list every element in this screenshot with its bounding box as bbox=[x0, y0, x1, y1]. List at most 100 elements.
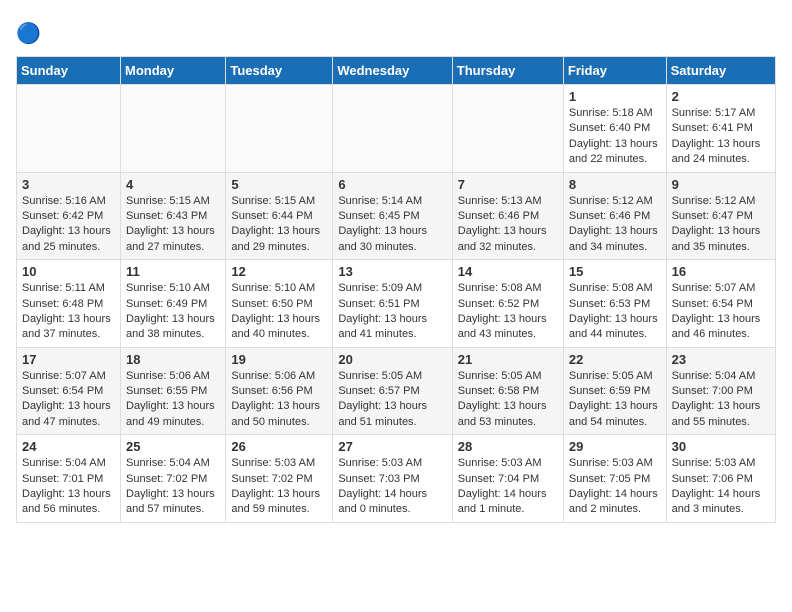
calendar-cell: 9 Sunrise: 5:12 AMSunset: 6:47 PMDaylight… bbox=[666, 172, 775, 260]
calendar-cell: 23 Sunrise: 5:04 AMSunset: 7:00 PMDayligh… bbox=[666, 347, 775, 435]
calendar-cell: 8 Sunrise: 5:12 AMSunset: 6:46 PMDaylight… bbox=[563, 172, 666, 260]
day-info: Sunrise: 5:04 AMSunset: 7:02 PMDaylight:… bbox=[126, 456, 220, 518]
header-day-sunday: Sunday bbox=[17, 57, 121, 85]
calendar-cell bbox=[333, 85, 452, 173]
calendar-cell: 13Sunrise: 5:09 AMSunset: 6:51 PMDayligh… bbox=[333, 260, 452, 348]
day-number: 24 bbox=[22, 439, 115, 454]
calendar-cell: 3Sunrise: 5:16 AMSunset: 6:42 PMDaylight… bbox=[17, 172, 121, 260]
day-number: 21 bbox=[458, 352, 558, 367]
calendar-cell: 11 Sunrise: 5:10 AMSunset: 6:49 PMDayligh… bbox=[121, 260, 226, 348]
day-info: Sunrise: 5:17 AMSunset: 6:41 PMDaylight:… bbox=[672, 106, 770, 168]
logo-icon: 🔵 bbox=[16, 20, 44, 48]
header-row: SundayMondayTuesdayWednesdayThursdayFrid… bbox=[17, 57, 776, 85]
calendar-cell: 14 Sunrise: 5:08 AMSunset: 6:52 PMDayligh… bbox=[452, 260, 563, 348]
calendar-cell: 28Sunrise: 5:03 AMSunset: 7:04 PMDayligh… bbox=[452, 435, 563, 523]
day-number: 23 bbox=[672, 352, 770, 367]
logo: 🔵 bbox=[16, 20, 48, 48]
day-number: 6 bbox=[338, 177, 446, 192]
calendar-cell bbox=[452, 85, 563, 173]
day-info: Sunrise: 5:03 AMSunset: 7:05 PMDaylight:… bbox=[569, 456, 661, 518]
day-info: Sunrise: 5:07 AMSunset: 6:54 PMDaylight:… bbox=[22, 369, 115, 431]
calendar-cell: 24 Sunrise: 5:04 AMSunset: 7:01 PMDayligh… bbox=[17, 435, 121, 523]
calendar-cell bbox=[121, 85, 226, 173]
day-number: 20 bbox=[338, 352, 446, 367]
day-info: Sunrise: 5:10 AMSunset: 6:50 PMDaylight:… bbox=[231, 281, 327, 343]
day-info: Sunrise: 5:08 AMSunset: 6:52 PMDaylight:… bbox=[458, 281, 558, 343]
calendar-cell: 2 Sunrise: 5:17 AMSunset: 6:41 PMDaylight… bbox=[666, 85, 775, 173]
day-number: 12 bbox=[231, 264, 327, 279]
day-info: Sunrise: 5:15 AMSunset: 6:43 PMDaylight:… bbox=[126, 194, 220, 256]
day-number: 2 bbox=[672, 89, 770, 104]
week-row-1: 1Sunrise: 5:18 AMSunset: 6:40 PMDaylight… bbox=[17, 85, 776, 173]
day-info: Sunrise: 5:11 AMSunset: 6:48 PMDaylight:… bbox=[22, 281, 115, 343]
day-info: Sunrise: 5:05 AMSunset: 6:57 PMDaylight:… bbox=[338, 369, 446, 431]
day-info: Sunrise: 5:18 AMSunset: 6:40 PMDaylight:… bbox=[569, 106, 661, 168]
calendar-cell: 17 Sunrise: 5:07 AMSunset: 6:54 PMDayligh… bbox=[17, 347, 121, 435]
day-number: 11 bbox=[126, 264, 220, 279]
day-number: 17 bbox=[22, 352, 115, 367]
header: 🔵 bbox=[16, 16, 776, 48]
calendar-body: 1Sunrise: 5:18 AMSunset: 6:40 PMDaylight… bbox=[17, 85, 776, 523]
header-day-tuesday: Tuesday bbox=[226, 57, 333, 85]
calendar-cell: 12 Sunrise: 5:10 AMSunset: 6:50 PMDayligh… bbox=[226, 260, 333, 348]
day-info: Sunrise: 5:04 AMSunset: 7:00 PMDaylight:… bbox=[672, 369, 770, 431]
calendar-table: SundayMondayTuesdayWednesdayThursdayFrid… bbox=[16, 56, 776, 523]
day-info: Sunrise: 5:06 AMSunset: 6:56 PMDaylight:… bbox=[231, 369, 327, 431]
day-number: 26 bbox=[231, 439, 327, 454]
week-row-3: 10 Sunrise: 5:11 AMSunset: 6:48 PMDayligh… bbox=[17, 260, 776, 348]
day-info: Sunrise: 5:04 AMSunset: 7:01 PMDaylight:… bbox=[22, 456, 115, 518]
day-info: Sunrise: 5:15 AMSunset: 6:44 PMDaylight:… bbox=[231, 194, 327, 256]
day-info: Sunrise: 5:12 AMSunset: 6:47 PMDaylight:… bbox=[672, 194, 770, 256]
calendar-cell: 6 Sunrise: 5:14 AMSunset: 6:45 PMDaylight… bbox=[333, 172, 452, 260]
calendar-cell: 1Sunrise: 5:18 AMSunset: 6:40 PMDaylight… bbox=[563, 85, 666, 173]
day-number: 8 bbox=[569, 177, 661, 192]
day-number: 14 bbox=[458, 264, 558, 279]
calendar-cell bbox=[17, 85, 121, 173]
day-number: 22 bbox=[569, 352, 661, 367]
calendar-cell: 26 Sunrise: 5:03 AMSunset: 7:02 PMDayligh… bbox=[226, 435, 333, 523]
day-info: Sunrise: 5:06 AMSunset: 6:55 PMDaylight:… bbox=[126, 369, 220, 431]
day-number: 13 bbox=[338, 264, 446, 279]
day-number: 5 bbox=[231, 177, 327, 192]
day-number: 4 bbox=[126, 177, 220, 192]
calendar-cell: 22 Sunrise: 5:05 AMSunset: 6:59 PMDayligh… bbox=[563, 347, 666, 435]
calendar-header: SundayMondayTuesdayWednesdayThursdayFrid… bbox=[17, 57, 776, 85]
day-number: 15 bbox=[569, 264, 661, 279]
day-info: Sunrise: 5:14 AMSunset: 6:45 PMDaylight:… bbox=[338, 194, 446, 256]
day-number: 16 bbox=[672, 264, 770, 279]
header-day-monday: Monday bbox=[121, 57, 226, 85]
day-info: Sunrise: 5:07 AMSunset: 6:54 PMDaylight:… bbox=[672, 281, 770, 343]
day-number: 10 bbox=[22, 264, 115, 279]
day-info: Sunrise: 5:03 AMSunset: 7:02 PMDaylight:… bbox=[231, 456, 327, 518]
day-info: Sunrise: 5:05 AMSunset: 6:59 PMDaylight:… bbox=[569, 369, 661, 431]
day-number: 30 bbox=[672, 439, 770, 454]
day-number: 19 bbox=[231, 352, 327, 367]
calendar-cell: 5 Sunrise: 5:15 AMSunset: 6:44 PMDaylight… bbox=[226, 172, 333, 260]
day-info: Sunrise: 5:03 AMSunset: 7:06 PMDaylight:… bbox=[672, 456, 770, 518]
day-number: 9 bbox=[672, 177, 770, 192]
calendar-cell: 29Sunrise: 5:03 AMSunset: 7:05 PMDayligh… bbox=[563, 435, 666, 523]
calendar-cell bbox=[226, 85, 333, 173]
day-info: Sunrise: 5:08 AMSunset: 6:53 PMDaylight:… bbox=[569, 281, 661, 343]
day-number: 18 bbox=[126, 352, 220, 367]
header-day-thursday: Thursday bbox=[452, 57, 563, 85]
day-number: 25 bbox=[126, 439, 220, 454]
day-number: 7 bbox=[458, 177, 558, 192]
calendar-cell: 21Sunrise: 5:05 AMSunset: 6:58 PMDayligh… bbox=[452, 347, 563, 435]
day-info: Sunrise: 5:12 AMSunset: 6:46 PMDaylight:… bbox=[569, 194, 661, 256]
calendar-cell: 30 Sunrise: 5:03 AMSunset: 7:06 PMDayligh… bbox=[666, 435, 775, 523]
calendar-cell: 7 Sunrise: 5:13 AMSunset: 6:46 PMDaylight… bbox=[452, 172, 563, 260]
svg-text:🔵: 🔵 bbox=[16, 21, 41, 45]
calendar-cell: 25 Sunrise: 5:04 AMSunset: 7:02 PMDayligh… bbox=[121, 435, 226, 523]
day-info: Sunrise: 5:16 AMSunset: 6:42 PMDaylight:… bbox=[22, 194, 115, 256]
week-row-2: 3Sunrise: 5:16 AMSunset: 6:42 PMDaylight… bbox=[17, 172, 776, 260]
calendar-cell: 15 Sunrise: 5:08 AMSunset: 6:53 PMDayligh… bbox=[563, 260, 666, 348]
day-info: Sunrise: 5:10 AMSunset: 6:49 PMDaylight:… bbox=[126, 281, 220, 343]
calendar-cell: 4 Sunrise: 5:15 AMSunset: 6:43 PMDaylight… bbox=[121, 172, 226, 260]
header-day-friday: Friday bbox=[563, 57, 666, 85]
day-info: Sunrise: 5:13 AMSunset: 6:46 PMDaylight:… bbox=[458, 194, 558, 256]
day-number: 28 bbox=[458, 439, 558, 454]
calendar-cell: 10 Sunrise: 5:11 AMSunset: 6:48 PMDayligh… bbox=[17, 260, 121, 348]
calendar-cell: 18 Sunrise: 5:06 AMSunset: 6:55 PMDayligh… bbox=[121, 347, 226, 435]
calendar-cell: 16 Sunrise: 5:07 AMSunset: 6:54 PMDayligh… bbox=[666, 260, 775, 348]
